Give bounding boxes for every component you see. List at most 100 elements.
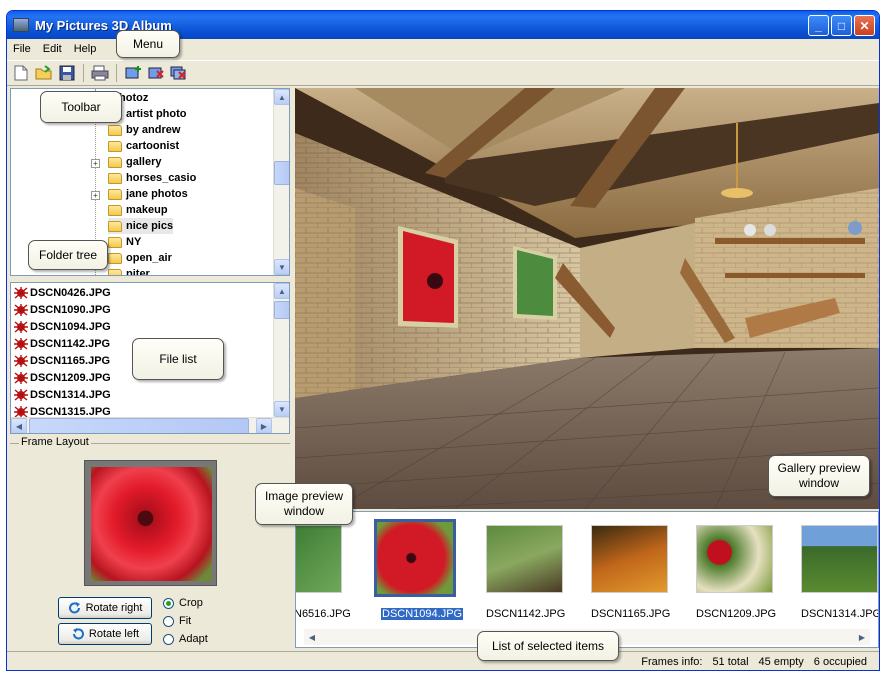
thumbnail[interactable]: [801, 525, 878, 593]
thumbnail-label: DSCN1165.JPG: [591, 608, 671, 620]
rotate-right-button[interactable]: Rotate right: [58, 597, 152, 619]
rotate-left-icon: [72, 628, 84, 640]
open-icon[interactable]: [34, 63, 54, 83]
thumbnail-label: DSCN1142.JPG: [486, 608, 566, 620]
callout-menu: Menu: [116, 30, 180, 58]
thumbnail[interactable]: [591, 525, 668, 593]
image-preview: [84, 460, 217, 586]
tree-item-selected[interactable]: nice pics: [108, 218, 174, 234]
callout-file-list: File list: [132, 338, 224, 380]
gallery-preview[interactable]: [295, 88, 879, 509]
folder-icon: [108, 172, 122, 184]
folder-icon: [108, 220, 122, 232]
gallery-3d-scene: [295, 88, 879, 509]
scroll-up-icon[interactable]: ▲: [274, 283, 289, 299]
save-icon[interactable]: [57, 63, 77, 83]
menu-file[interactable]: File: [11, 43, 33, 55]
scroll-thumb[interactable]: [29, 418, 249, 433]
file-list-scrollbar[interactable]: ▲ ▼: [273, 283, 289, 417]
folder-icon: [108, 124, 122, 136]
radio-dot: [163, 615, 174, 627]
add-frame-icon[interactable]: [123, 63, 143, 83]
scroll-up-icon[interactable]: ▲: [274, 89, 289, 105]
scroll-thumb[interactable]: [274, 161, 289, 185]
scroll-left-icon[interactable]: ◀: [304, 629, 320, 645]
close-button[interactable]: ✕: [854, 15, 875, 36]
thumbnail[interactable]: [696, 525, 773, 593]
folder-icon: [108, 268, 122, 275]
crop-radio[interactable]: Crop: [163, 597, 203, 609]
file-item[interactable]: DSCN1094.JPG: [14, 318, 111, 335]
preview-image: [91, 467, 212, 581]
print-icon[interactable]: [90, 63, 110, 83]
scroll-right-icon[interactable]: ▶: [854, 629, 870, 645]
thumbnail-label-selected: DSCN1094.JPG: [381, 608, 464, 620]
rotate-left-button[interactable]: Rotate left: [58, 623, 152, 645]
thumbnail[interactable]: [486, 525, 563, 593]
folder-icon: [108, 236, 122, 248]
tree-item[interactable]: piter: [108, 266, 150, 275]
status-bar: Frames info: 51 total 45 empty 6 occupie…: [7, 651, 879, 670]
folder-icon: [108, 204, 122, 216]
expand-icon[interactable]: +: [91, 159, 100, 168]
window-controls: _ □ ✕: [808, 15, 875, 36]
remove-all-icon[interactable]: [169, 63, 189, 83]
tree-item[interactable]: gallery: [108, 154, 161, 170]
tree-item[interactable]: horses_casio: [108, 170, 196, 186]
menu-edit[interactable]: Edit: [41, 43, 64, 55]
tree-item[interactable]: by andrew: [108, 122, 180, 138]
folder-icon: [108, 252, 122, 264]
tree-scrollbar[interactable]: ▲ ▼: [273, 89, 289, 275]
minimize-button[interactable]: _: [808, 15, 829, 36]
tree-item[interactable]: open_air: [108, 250, 172, 266]
folder-icon: [108, 188, 122, 200]
file-item[interactable]: DSCN1209.JPG: [14, 369, 111, 386]
new-icon[interactable]: [11, 63, 31, 83]
radio-dot: [163, 597, 174, 609]
callout-selected-items: List of selected items: [477, 631, 619, 661]
expand-icon[interactable]: +: [91, 191, 100, 200]
file-item[interactable]: DSCN1314.JPG: [14, 386, 111, 403]
remove-frame-icon[interactable]: [146, 63, 166, 83]
callout-gallery-preview: Gallery preview window: [768, 455, 870, 497]
thumbnail-label: DSCN1314.JPG: [801, 608, 879, 620]
frame-layout-label: Frame Layout: [19, 436, 91, 448]
image-file-icon: [14, 405, 28, 418]
tree-item[interactable]: cartoonist: [108, 138, 179, 154]
thumbnail-label: DSCN1209.JPG: [696, 608, 777, 620]
image-file-icon: [14, 371, 28, 384]
app-icon: [13, 18, 29, 32]
toolbar: [7, 60, 879, 86]
rotate-right-icon: [68, 602, 80, 614]
folder-icon: [108, 140, 122, 152]
image-file-icon: [14, 354, 28, 367]
frames-occupied: 6 occupied: [813, 655, 867, 668]
scroll-right-icon[interactable]: ▶: [256, 418, 272, 433]
frames-info-label: Frames info:: [641, 655, 703, 668]
image-file-icon: [14, 337, 28, 350]
scroll-down-icon[interactable]: ▼: [274, 401, 289, 417]
scroll-left-icon[interactable]: ◀: [11, 418, 27, 433]
image-file-icon: [14, 388, 28, 401]
folder-icon: [108, 156, 122, 168]
tree-item[interactable]: NY: [108, 234, 141, 250]
toolbar-separator: [83, 64, 84, 82]
file-item[interactable]: DSCN1165.JPG: [14, 352, 110, 369]
adapt-radio[interactable]: Adapt: [163, 633, 208, 645]
scroll-thumb[interactable]: [274, 301, 289, 319]
file-item[interactable]: DSCN0426.JPG: [14, 284, 111, 301]
file-item[interactable]: DSCN1142.JPG: [14, 335, 110, 352]
toolbar-separator: [116, 64, 117, 82]
tree-item[interactable]: jane photos: [108, 186, 188, 202]
selected-items-list[interactable]: N6516.JPG DSCN1094.JPG DSCN1142.JPG DSCN…: [295, 511, 879, 648]
callout-image-preview: Image preview window: [255, 483, 353, 525]
file-item[interactable]: DSCN1090.JPG: [14, 301, 111, 318]
maximize-button[interactable]: □: [831, 15, 852, 36]
thumbnail[interactable]: [296, 525, 342, 593]
thumbnail-selected[interactable]: [374, 519, 456, 597]
scroll-down-icon[interactable]: ▼: [274, 259, 289, 275]
menu-help[interactable]: Help: [72, 43, 99, 55]
file-list-hscrollbar[interactable]: ◀ ▶: [11, 417, 289, 433]
fit-radio[interactable]: Fit: [163, 615, 191, 627]
tree-item[interactable]: makeup: [108, 202, 168, 218]
